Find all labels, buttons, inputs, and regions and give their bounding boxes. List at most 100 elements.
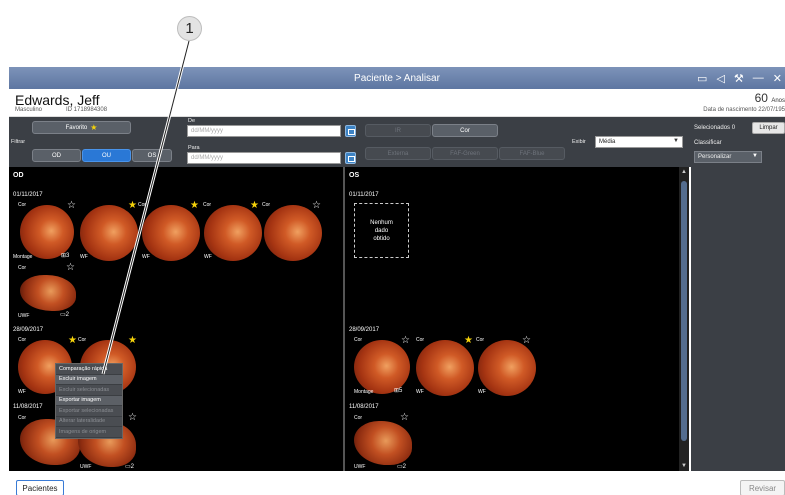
- type-filter-external[interactable]: Externa: [365, 147, 431, 160]
- patient-dob: Data de nascimento 22/07/195: [703, 107, 785, 113]
- session-date: 11/08/2017: [13, 404, 43, 410]
- chevron-down-icon: ▼: [752, 153, 758, 159]
- image-thumbnail[interactable]: Cor ★ WF: [414, 336, 476, 397]
- footer-bar: Pacientes Revisar: [0, 471, 785, 495]
- image-thumbnail[interactable]: Cor ☆ WF: [476, 336, 538, 397]
- type-filter-faf-blue[interactable]: FAF-Blue: [499, 147, 565, 160]
- star-outline-icon[interactable]: ☆: [67, 201, 76, 211]
- patients-button[interactable]: Pacientes: [16, 480, 64, 495]
- multi-image-icon: ▭2: [125, 464, 135, 470]
- star-filled-icon[interactable]: ★: [68, 336, 77, 346]
- eye-filter-od[interactable]: OD: [32, 149, 81, 162]
- star-outline-icon[interactable]: ☆: [522, 336, 531, 346]
- scrollbar[interactable]: ▲ ▼: [679, 167, 689, 471]
- type-filter-faf-green[interactable]: FAF-Green: [432, 147, 498, 160]
- fundus-image: [354, 421, 412, 465]
- image-thumbnail[interactable]: ★ Cor WF: [202, 201, 270, 262]
- eye-filter-ou[interactable]: OU: [82, 149, 131, 162]
- sort-label: Classificar: [694, 140, 722, 146]
- scrollbar-thumb[interactable]: [681, 181, 687, 441]
- star-filled-icon[interactable]: ★: [128, 201, 137, 211]
- window-title: Paciente > Analisar: [354, 72, 440, 84]
- star-filled-icon[interactable]: ★: [464, 336, 473, 346]
- show-label: Exibir: [572, 139, 586, 145]
- patient-age: 60 Anos: [754, 91, 785, 105]
- show-select[interactable]: Média ▼: [595, 136, 683, 148]
- fundus-image: [80, 205, 138, 261]
- image-thumbnail[interactable]: ☆: [264, 201, 326, 262]
- session-date: 01/11/2017: [349, 192, 379, 198]
- menu-item-delete-selected[interactable]: Excluir selecionadas: [56, 385, 122, 396]
- os-header: OS: [349, 172, 360, 179]
- multi-image-icon: ▭2: [60, 312, 70, 318]
- session-date: 11/08/2017: [349, 404, 379, 410]
- no-data-placeholder: Nenhum dado obtido: [354, 203, 409, 258]
- session-date: 28/09/2017: [349, 327, 380, 333]
- selected-label: Selecionados 0: [694, 125, 736, 131]
- session-date: 01/11/2017: [13, 192, 43, 198]
- context-menu: Comparação rápida Excluir imagem Excluir…: [55, 363, 123, 439]
- fundus-image: [416, 340, 474, 396]
- menu-item-source-images[interactable]: Imagens de origem: [56, 427, 122, 438]
- clear-button[interactable]: Limpar: [752, 122, 785, 134]
- calendar-icon[interactable]: [345, 125, 356, 137]
- od-header: OD: [13, 172, 24, 179]
- to-date-input[interactable]: dd/MM/yyyy: [187, 152, 341, 164]
- star-outline-icon[interactable]: ☆: [400, 413, 409, 423]
- fundus-image: [204, 205, 262, 261]
- title-bar: Paciente > Analisar ▭ ◁ ⚒ — ✕: [9, 67, 785, 89]
- image-thumbnail[interactable]: ★ Cor WF: [140, 201, 211, 262]
- scroll-down-icon[interactable]: ▼: [681, 463, 687, 469]
- star-outline-icon[interactable]: ☆: [312, 201, 321, 211]
- calendar-icon[interactable]: [345, 152, 356, 164]
- fundus-image: [20, 205, 74, 259]
- star-filled-icon[interactable]: ★: [128, 336, 137, 346]
- fundus-image: [354, 340, 410, 394]
- image-thumbnail[interactable]: Cor ☆ UWF ▭2: [348, 413, 418, 471]
- patient-id: ID 1718984308: [66, 107, 108, 113]
- os-pane: OS 01/11/2017 Nenhum dado obtido 28/09/201…: [345, 167, 679, 471]
- callout-number: 1: [177, 16, 202, 41]
- patient-header: Edwards, Jeff Masculino ID 1718984308 60…: [9, 89, 785, 117]
- star-outline-icon[interactable]: ☆: [128, 413, 137, 423]
- fundus-image: [142, 205, 200, 261]
- image-thumbnail[interactable]: Cor ☆ Montage ⊞3: [12, 201, 76, 262]
- close-icon[interactable]: ✕: [773, 72, 782, 85]
- menu-item-export-image[interactable]: Exportar imagem: [56, 395, 122, 406]
- multi-image-icon: ▭2: [397, 464, 407, 470]
- session-date: 28/09/2017: [13, 327, 44, 333]
- fundus-image: [264, 205, 322, 261]
- montage-icon: ⊞5: [394, 388, 403, 394]
- from-label: De: [188, 118, 196, 124]
- sort-select[interactable]: Personalizar ▼: [694, 151, 762, 163]
- selection-panel: Selecionados 0 Limpar Classificar Person…: [691, 117, 785, 471]
- fundus-image: [478, 340, 536, 396]
- minimize-icon[interactable]: —: [753, 72, 764, 84]
- wrench-icon[interactable]: ⚒: [734, 72, 744, 85]
- from-date-input[interactable]: dd/MM/yyyy: [187, 125, 341, 137]
- star-filled-icon[interactable]: ★: [250, 201, 259, 211]
- montage-icon: ⊞3: [61, 253, 70, 259]
- star-outline-icon[interactable]: ☆: [66, 263, 75, 273]
- eye-filter-os[interactable]: OS: [132, 149, 172, 162]
- type-filter-color[interactable]: Cor: [432, 124, 498, 137]
- speaker-icon[interactable]: ◁: [716, 72, 724, 85]
- review-button[interactable]: Revisar: [740, 480, 785, 495]
- menu-item-quick-compare[interactable]: Comparação rápida: [56, 364, 122, 375]
- patient-name: Edwards, Jeff: [15, 92, 100, 108]
- type-filter-ir[interactable]: IR: [365, 124, 431, 137]
- menu-item-export-selected[interactable]: Exportar selecionadas: [56, 406, 122, 417]
- image-thumbnail[interactable]: ★ Cor WF: [78, 201, 146, 262]
- image-thumbnail[interactable]: Cor ☆ UWF ▭2: [12, 263, 82, 321]
- menu-item-delete-image[interactable]: Excluir imagem: [56, 374, 122, 385]
- scroll-up-icon[interactable]: ▲: [681, 169, 687, 175]
- image-thumbnail[interactable]: Cor ☆ Montage ⊞5: [348, 336, 410, 397]
- star-icon: ★: [90, 123, 98, 132]
- menu-item-change-laterality[interactable]: Alterar lateralidade: [56, 417, 122, 427]
- favorite-filter-button[interactable]: Favorito ★: [32, 121, 131, 134]
- to-label: Para: [188, 145, 200, 151]
- star-filled-icon[interactable]: ★: [190, 201, 199, 211]
- monitor-icon[interactable]: ▭: [697, 72, 707, 85]
- star-outline-icon[interactable]: ☆: [401, 336, 410, 346]
- chevron-down-icon: ▼: [673, 138, 679, 144]
